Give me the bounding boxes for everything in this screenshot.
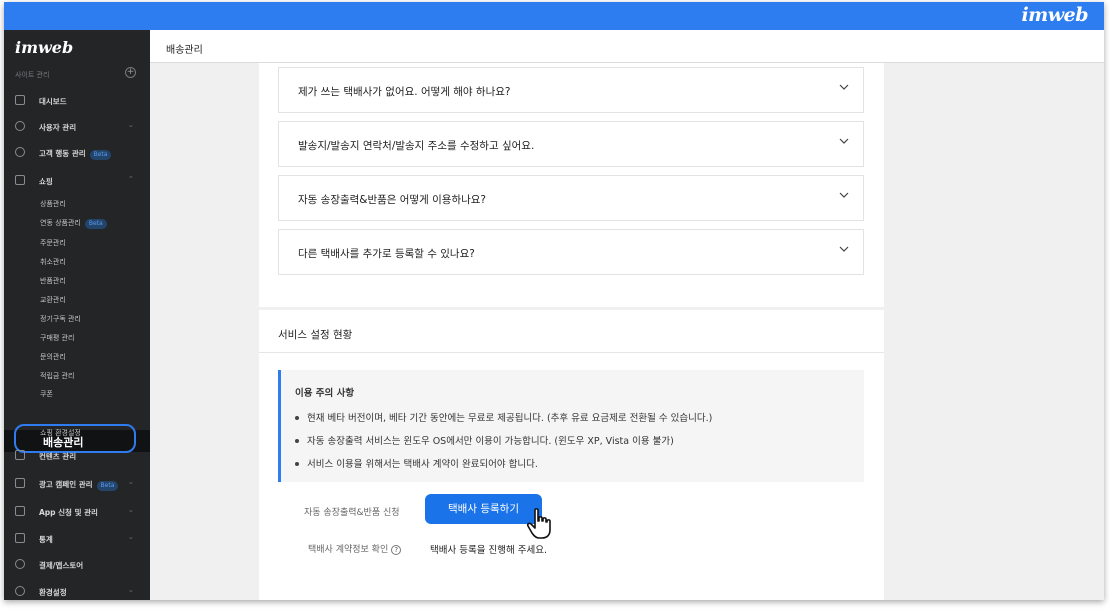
sidebar-sub-shopping-settings[interactable]: 쇼핑 환경설정 bbox=[40, 428, 81, 438]
edit-icon bbox=[15, 450, 25, 460]
target-icon bbox=[15, 147, 25, 157]
section-title: 서비스 설정 현황 bbox=[278, 329, 353, 341]
sidebar-sub-reviews[interactable]: 구매평 관리 bbox=[40, 333, 74, 343]
chart-icon bbox=[15, 533, 25, 543]
apply-label: 자동 송장출력&반품 신청 bbox=[304, 508, 400, 518]
brand-logo: imweb bbox=[1021, 4, 1088, 26]
sidebar-item-label: 환경설정 bbox=[39, 588, 67, 597]
hand-pointer-icon bbox=[526, 508, 551, 539]
sidebar-sub-subscription[interactable]: 정기구독 관리 bbox=[40, 314, 81, 324]
sidebar-item-settings[interactable]: 환경설정 ⌄ bbox=[4, 582, 150, 600]
sidebar-item-dashboard[interactable]: 대시보드 bbox=[4, 91, 150, 111]
notice-text: 자동 송장출력 서비스는 윈도우 OS에서만 이용이 가능합니다. (윈도우 X… bbox=[307, 436, 674, 447]
page-header: 배송관리 bbox=[150, 30, 1104, 63]
sidebar-item-payment[interactable]: 결제/앱스토어 bbox=[4, 555, 150, 575]
bullet bbox=[295, 415, 299, 420]
contract-status-value: 택배사 등록을 진행해 주세요. bbox=[430, 545, 547, 556]
bullet bbox=[295, 461, 299, 466]
sidebar-sub-return[interactable]: 반품관리 bbox=[40, 276, 66, 286]
chevron-down-icon: ⌄ bbox=[128, 506, 134, 514]
notice-line: 자동 송장출력 서비스는 윈도우 OS에서만 이용이 가능합니다. (윈도우 X… bbox=[295, 433, 674, 447]
register-courier-button[interactable]: 택배사 등록하기 bbox=[425, 494, 542, 524]
user-icon bbox=[15, 121, 25, 131]
faq-question: 다른 택배사를 추가로 등록할 수 있나요? bbox=[298, 248, 475, 260]
notice-box: 이용 주의 사항 현재 베타 버전이며, 베타 기간 동안에는 무료로 제공됩니… bbox=[278, 370, 864, 482]
sidebar-item-label: 대시보드 bbox=[39, 97, 67, 106]
faq-question: 발송지/발송지 연락처/발송지 주소를 수정하고 싶어요. bbox=[298, 140, 535, 152]
beta-badge: Beta bbox=[84, 219, 107, 229]
sidebar-item-label: 고객 행동 관리 bbox=[39, 149, 86, 158]
chevron-down-icon: ⌄ bbox=[128, 586, 134, 594]
mobile-icon bbox=[15, 506, 25, 516]
chevron-down-icon bbox=[839, 138, 849, 144]
chevron-down-icon bbox=[839, 246, 849, 252]
contract-info-text: 택배사 계약정보 확인 bbox=[308, 545, 389, 555]
faq-question: 제가 쓰는 택배사가 없어요. 어떻게 해야 하나요? bbox=[298, 86, 511, 98]
sidebar: imweb 사이트 관리 + 대시보드 사용자 관리 ⌄ 고객 행동 관리 Bet… bbox=[4, 30, 150, 600]
sidebar-sub-product[interactable]: 상품관리 bbox=[40, 199, 66, 209]
sidebar-sub-exchange[interactable]: 교환관리 bbox=[40, 295, 66, 305]
sidebar-item-contents[interactable]: 컨텐츠 관리 bbox=[4, 446, 150, 466]
contract-info-label: 택배사 계약정보 확인? bbox=[308, 542, 402, 555]
sidebar-sub-cancel[interactable]: 취소관리 bbox=[40, 257, 66, 267]
sidebar-sub-linked-product[interactable]: 연동 상품관리 Beta bbox=[40, 218, 107, 229]
chevron-down-icon bbox=[839, 84, 849, 90]
sidebar-item-label-wrap: 광고 캠페인 관리 Beta bbox=[39, 479, 119, 491]
notice-text: 서비스 이용을 위해서는 택배사 계약이 완료되어야 합니다. bbox=[307, 459, 538, 470]
page-title: 배송관리 bbox=[166, 45, 203, 56]
shopping-bag-icon bbox=[15, 175, 25, 185]
sidebar-item-label: App 신청 및 관리 bbox=[39, 508, 98, 517]
site-management-label: 사이트 관리 bbox=[15, 71, 50, 79]
app-window: imweb imweb 사이트 관리 + 대시보드 사용자 관리 ⌄ 고객 행동… bbox=[4, 2, 1104, 600]
chevron-down-icon bbox=[839, 192, 849, 198]
faq-question: 자동 송장출력&반품은 어떻게 이용하나요? bbox=[298, 194, 486, 206]
sidebar-item-users[interactable]: 사용자 관리 ⌄ bbox=[4, 117, 150, 137]
sidebar-item-label-wrap: 고객 행동 관리 Beta bbox=[39, 148, 112, 160]
faq-item[interactable]: 자동 송장출력&반품은 어떻게 이용하나요? bbox=[278, 175, 864, 221]
sidebar-item-ad-campaign[interactable]: 광고 캠페인 관리 Beta ⌄ bbox=[4, 474, 150, 494]
notice-title: 이용 주의 사항 bbox=[295, 388, 355, 399]
chevron-down-icon: ⌄ bbox=[128, 478, 134, 486]
sidebar-item-customer-behavior[interactable]: 고객 행동 관리 Beta bbox=[4, 143, 150, 163]
bullet bbox=[295, 438, 299, 443]
sidebar-item-label: 쇼핑 bbox=[39, 177, 53, 186]
sidebar-item-label: 통계 bbox=[39, 535, 53, 544]
beta-badge: Beta bbox=[89, 150, 112, 160]
sidebar-sub-inquiries[interactable]: 문의관리 bbox=[40, 352, 66, 362]
chevron-up-icon: ⌃ bbox=[128, 175, 134, 183]
sidebar-sub-coupon[interactable]: 쿠폰 bbox=[40, 389, 53, 399]
help-icon[interactable]: ? bbox=[391, 545, 402, 555]
sidebar-sub-label: 연동 상품관리 bbox=[40, 219, 81, 227]
beta-badge: Beta bbox=[96, 481, 119, 491]
notice-line: 현재 베타 버전이며, 베타 기간 동안에는 무료로 제공됩니다. (추후 유료… bbox=[295, 410, 712, 424]
divider bbox=[259, 352, 884, 353]
sidebar-item-label: 결제/앱스토어 bbox=[39, 561, 84, 570]
sidebar-logo[interactable]: imweb bbox=[15, 38, 73, 57]
sidebar-sub-points[interactable]: 적립금 관리 bbox=[40, 371, 74, 381]
sidebar-item-label: 광고 캠페인 관리 bbox=[39, 480, 93, 489]
faq-item[interactable]: 발송지/발송지 연락처/발송지 주소를 수정하고 싶어요. bbox=[278, 121, 864, 167]
settings-icon bbox=[15, 586, 25, 596]
top-bar: imweb bbox=[4, 2, 1104, 30]
sidebar-item-label: 사용자 관리 bbox=[39, 123, 77, 132]
sidebar-item-label: 컨텐츠 관리 bbox=[39, 452, 77, 461]
notice-line: 서비스 이용을 위해서는 택배사 계약이 완료되어야 합니다. bbox=[295, 456, 538, 470]
sidebar-item-statistics[interactable]: 통계 ⌄ bbox=[4, 529, 150, 549]
chevron-down-icon: ⌄ bbox=[128, 121, 134, 129]
sidebar-item-shopping[interactable]: 쇼핑 ⌃ bbox=[4, 171, 150, 191]
rocket-icon bbox=[15, 559, 25, 569]
faq-item[interactable]: 제가 쓰는 택배사가 없어요. 어떻게 해야 하나요? bbox=[278, 67, 864, 113]
faq-item[interactable]: 다른 택배사를 추가로 등록할 수 있나요? bbox=[278, 229, 864, 275]
sidebar-sub-orders[interactable]: 주문관리 bbox=[40, 238, 66, 248]
megaphone-icon bbox=[15, 478, 25, 488]
notice-text: 현재 베타 버전이며, 베타 기간 동안에는 무료로 제공됩니다. (추후 유료… bbox=[307, 413, 713, 424]
grid-icon bbox=[15, 95, 25, 105]
add-site-icon[interactable]: + bbox=[125, 67, 136, 78]
chevron-down-icon: ⌄ bbox=[128, 533, 134, 541]
sidebar-item-app[interactable]: App 신청 및 관리 ⌄ bbox=[4, 502, 150, 522]
